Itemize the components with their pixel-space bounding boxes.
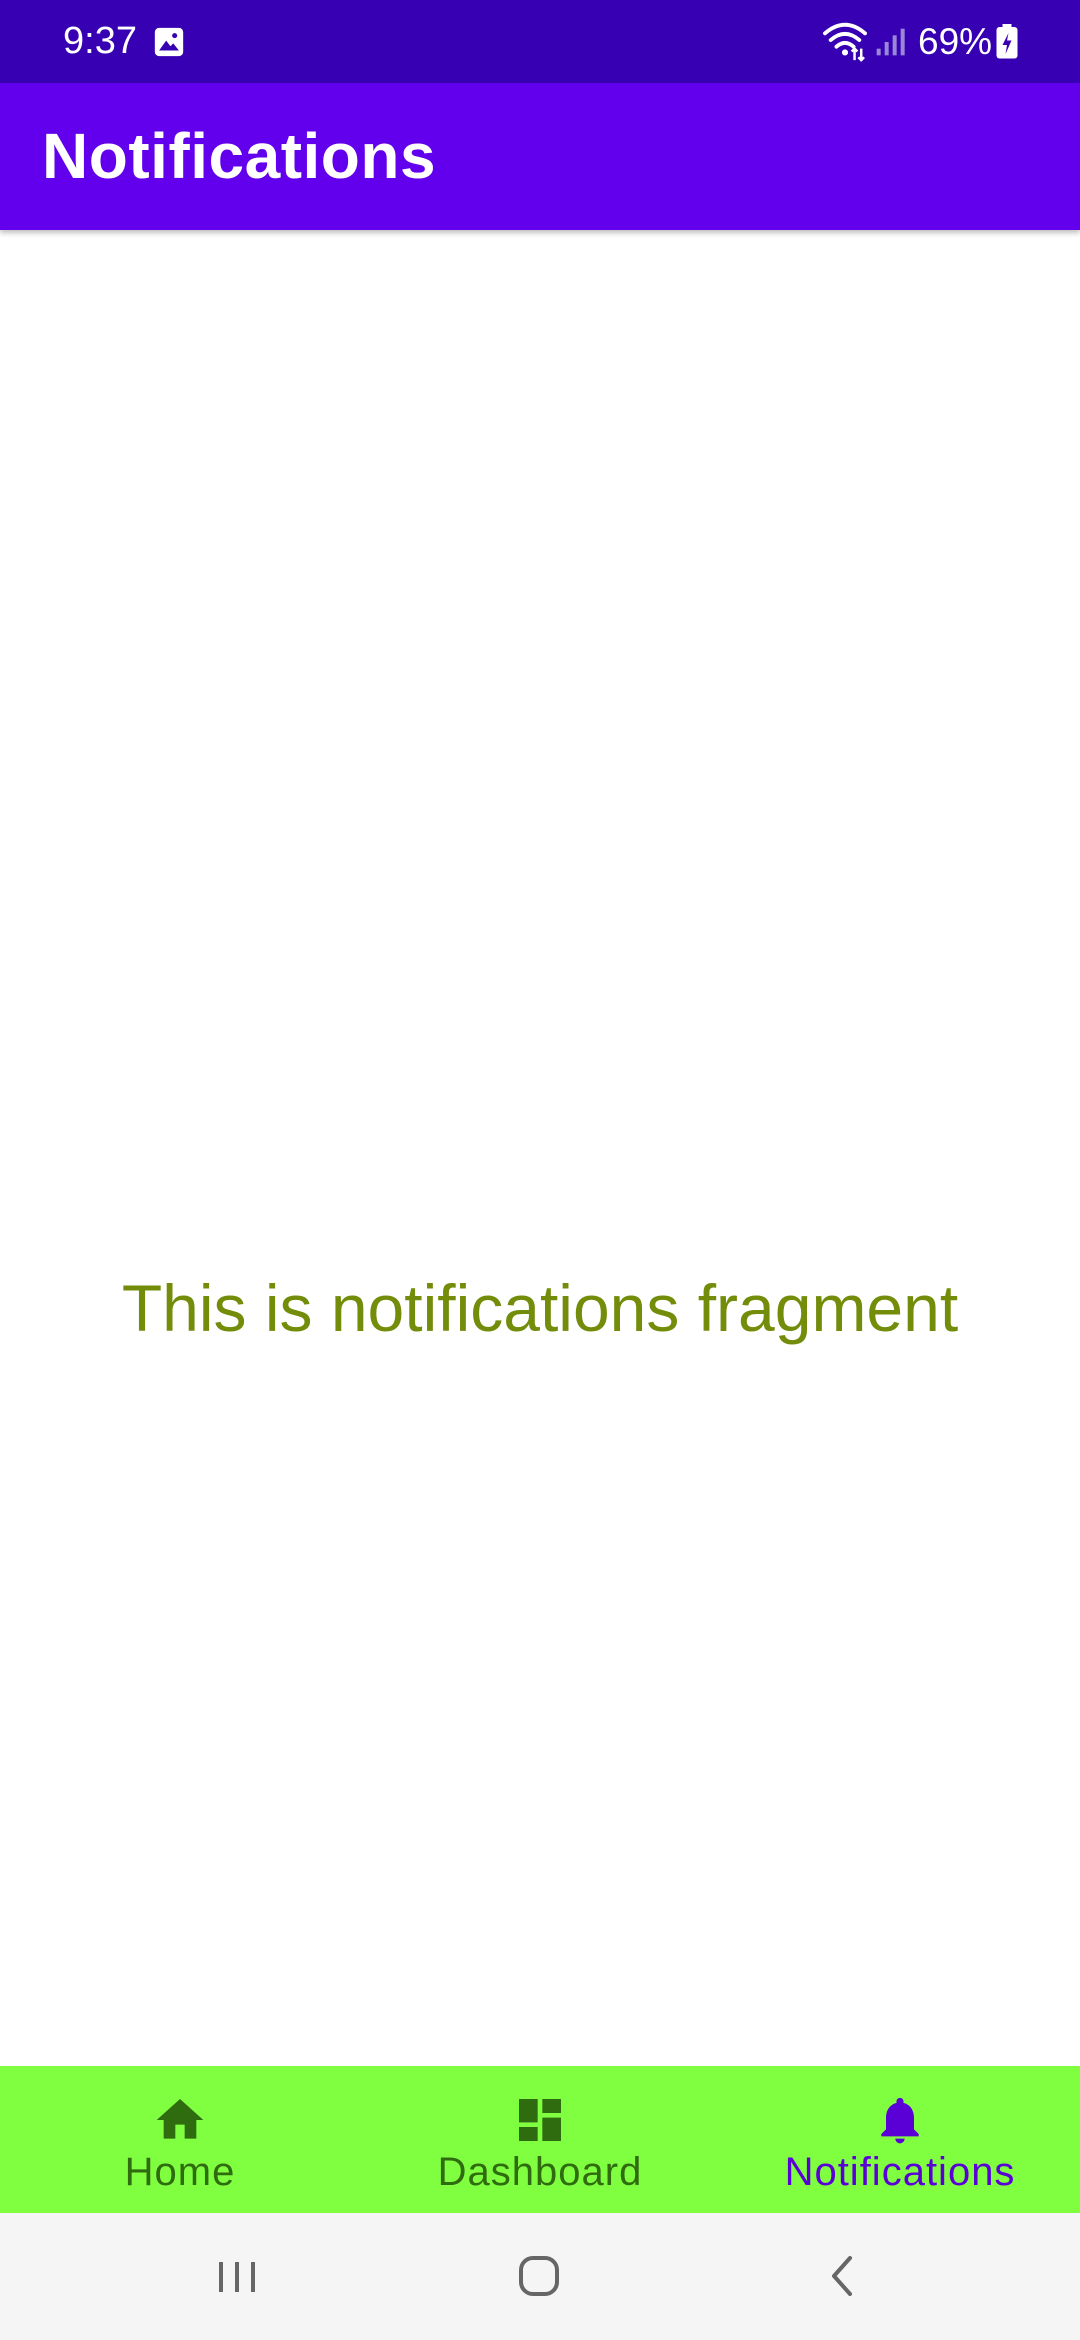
gallery-icon	[154, 27, 184, 57]
system-navigation-bar	[0, 2213, 1080, 2340]
dashboard-icon	[519, 2099, 561, 2141]
signal-icon	[876, 28, 905, 56]
nav-item-dashboard[interactable]: Dashboard	[360, 2066, 720, 2213]
nav-label-notifications: Notifications	[784, 2150, 1016, 2194]
nav-item-notifications[interactable]: Notifications	[720, 2066, 1080, 2213]
wifi-icon	[823, 22, 867, 62]
nav-label-home: Home	[124, 2150, 236, 2194]
fragment-message: This is notifications fragment	[121, 1271, 959, 1345]
status-time: 9:37	[63, 20, 137, 62]
app-bar: Notifications	[0, 83, 1080, 230]
nav-item-home[interactable]: Home	[0, 2066, 360, 2213]
recents-icon[interactable]	[207, 2246, 267, 2306]
home-icon	[156, 2099, 204, 2139]
page-title: Notifications	[42, 120, 437, 192]
home-circle-icon[interactable]	[509, 2246, 569, 2306]
nav-label-dashboard: Dashboard	[437, 2150, 643, 2194]
battery-percentage: 69%	[918, 21, 993, 62]
bell-icon	[881, 2097, 919, 2144]
status-bar: 9:37 69%	[0, 0, 1080, 83]
battery-icon	[996, 24, 1018, 59]
bottom-navigation: Home Dashboard Notifications	[0, 2066, 1080, 2213]
back-icon[interactable]	[812, 2246, 872, 2306]
